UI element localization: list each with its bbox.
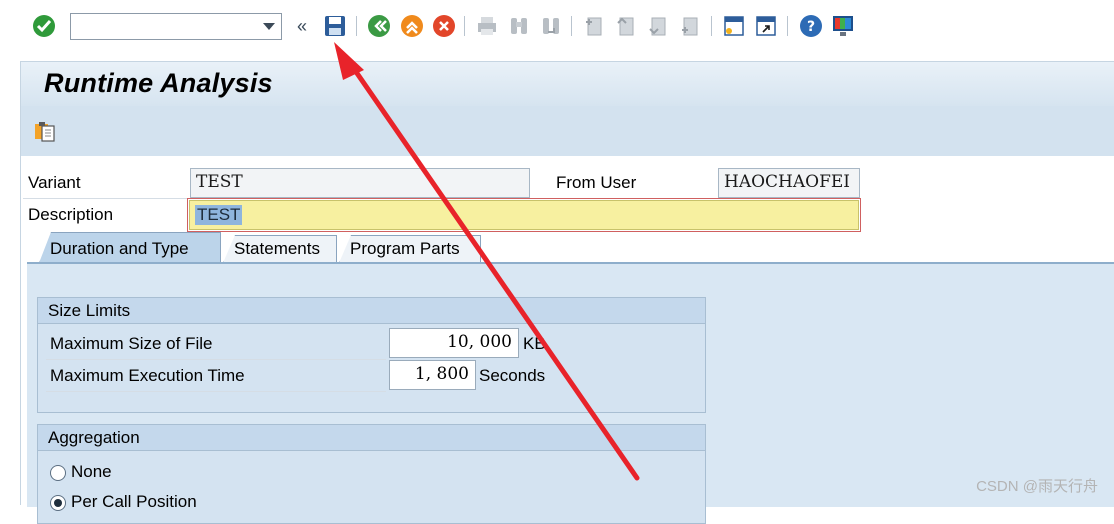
from-user-label: From User (556, 173, 637, 192)
row-divider (46, 359, 386, 360)
save-icon[interactable] (321, 12, 349, 40)
back-icon[interactable] (365, 12, 393, 40)
find-icon[interactable] (505, 12, 533, 40)
previous-page-icon[interactable] (612, 12, 640, 40)
cancel-icon[interactable] (430, 12, 458, 40)
toolbar-separator (356, 16, 357, 36)
collapse-icon[interactable]: « (288, 12, 316, 40)
variant-field[interactable]: TEST (190, 168, 530, 198)
from-user-field[interactable]: HAOCHAOFEI (718, 168, 860, 198)
tab-duration-and-type[interactable]: Duration and Type (39, 232, 221, 263)
command-input[interactable] (75, 15, 259, 40)
page-title: Runtime Analysis (44, 68, 273, 98)
chevron-down-icon[interactable] (263, 23, 275, 30)
screen-panel: Runtime Analysis Variant TEST From User … (20, 61, 1114, 524)
variant-label: Variant (28, 173, 81, 192)
tab-statements[interactable]: Statements (223, 235, 337, 263)
radio-none[interactable] (50, 465, 66, 481)
toolbar-separator (464, 16, 465, 36)
customize-layout-icon[interactable] (829, 12, 857, 40)
toolbar-separator (571, 16, 572, 36)
toolbar-separator (711, 16, 712, 36)
aggregation-group: Aggregation None Per Call Position (37, 424, 706, 524)
description-field[interactable]: TEST (187, 198, 861, 232)
max-execution-time-field[interactable]: 1, 800 (389, 360, 476, 390)
shortcut-icon[interactable] (752, 12, 780, 40)
description-label: Description (28, 205, 114, 224)
svg-text:?: ? (807, 19, 815, 35)
enter-icon[interactable] (30, 12, 58, 40)
row-divider (46, 391, 386, 392)
max-file-size-field[interactable]: 10, 000 (389, 328, 519, 358)
exit-icon[interactable] (398, 12, 426, 40)
row-divider (23, 198, 189, 199)
application-toolbar (21, 106, 1114, 156)
max-execution-time-unit: Seconds (479, 366, 546, 385)
tab-content: Size Limits Maximum Size of File 10, 000… (27, 262, 1114, 524)
radio-none-label: None (71, 462, 112, 481)
tab-program-parts[interactable]: Program Parts (339, 235, 481, 263)
aggregation-header: Aggregation (38, 425, 705, 451)
paste-icon[interactable] (33, 119, 57, 148)
description-value: TEST (195, 205, 243, 225)
help-icon[interactable]: ? (797, 12, 825, 40)
radio-per-call-position[interactable] (50, 495, 66, 511)
max-execution-time-label: Maximum Execution Time (50, 366, 245, 385)
create-session-icon[interactable] (720, 12, 748, 40)
command-field[interactable] (70, 13, 282, 40)
print-icon[interactable] (473, 12, 501, 40)
toolbar-separator (787, 16, 788, 36)
system-toolbar: « ? (0, 0, 1114, 54)
watermark: CSDN @雨天行舟 (976, 478, 1098, 495)
max-file-size-unit: KB (523, 334, 546, 353)
max-file-size-label: Maximum Size of File (50, 334, 213, 353)
radio-per-call-position-label: Per Call Position (71, 492, 197, 511)
size-limits-group: Size Limits Maximum Size of File 10, 000… (37, 297, 706, 413)
next-page-icon[interactable] (644, 12, 672, 40)
size-limits-header: Size Limits (38, 298, 705, 324)
title-bar: Runtime Analysis (21, 62, 1114, 106)
find-next-icon[interactable] (537, 12, 565, 40)
first-page-icon[interactable] (580, 12, 608, 40)
last-page-icon[interactable] (676, 12, 704, 40)
